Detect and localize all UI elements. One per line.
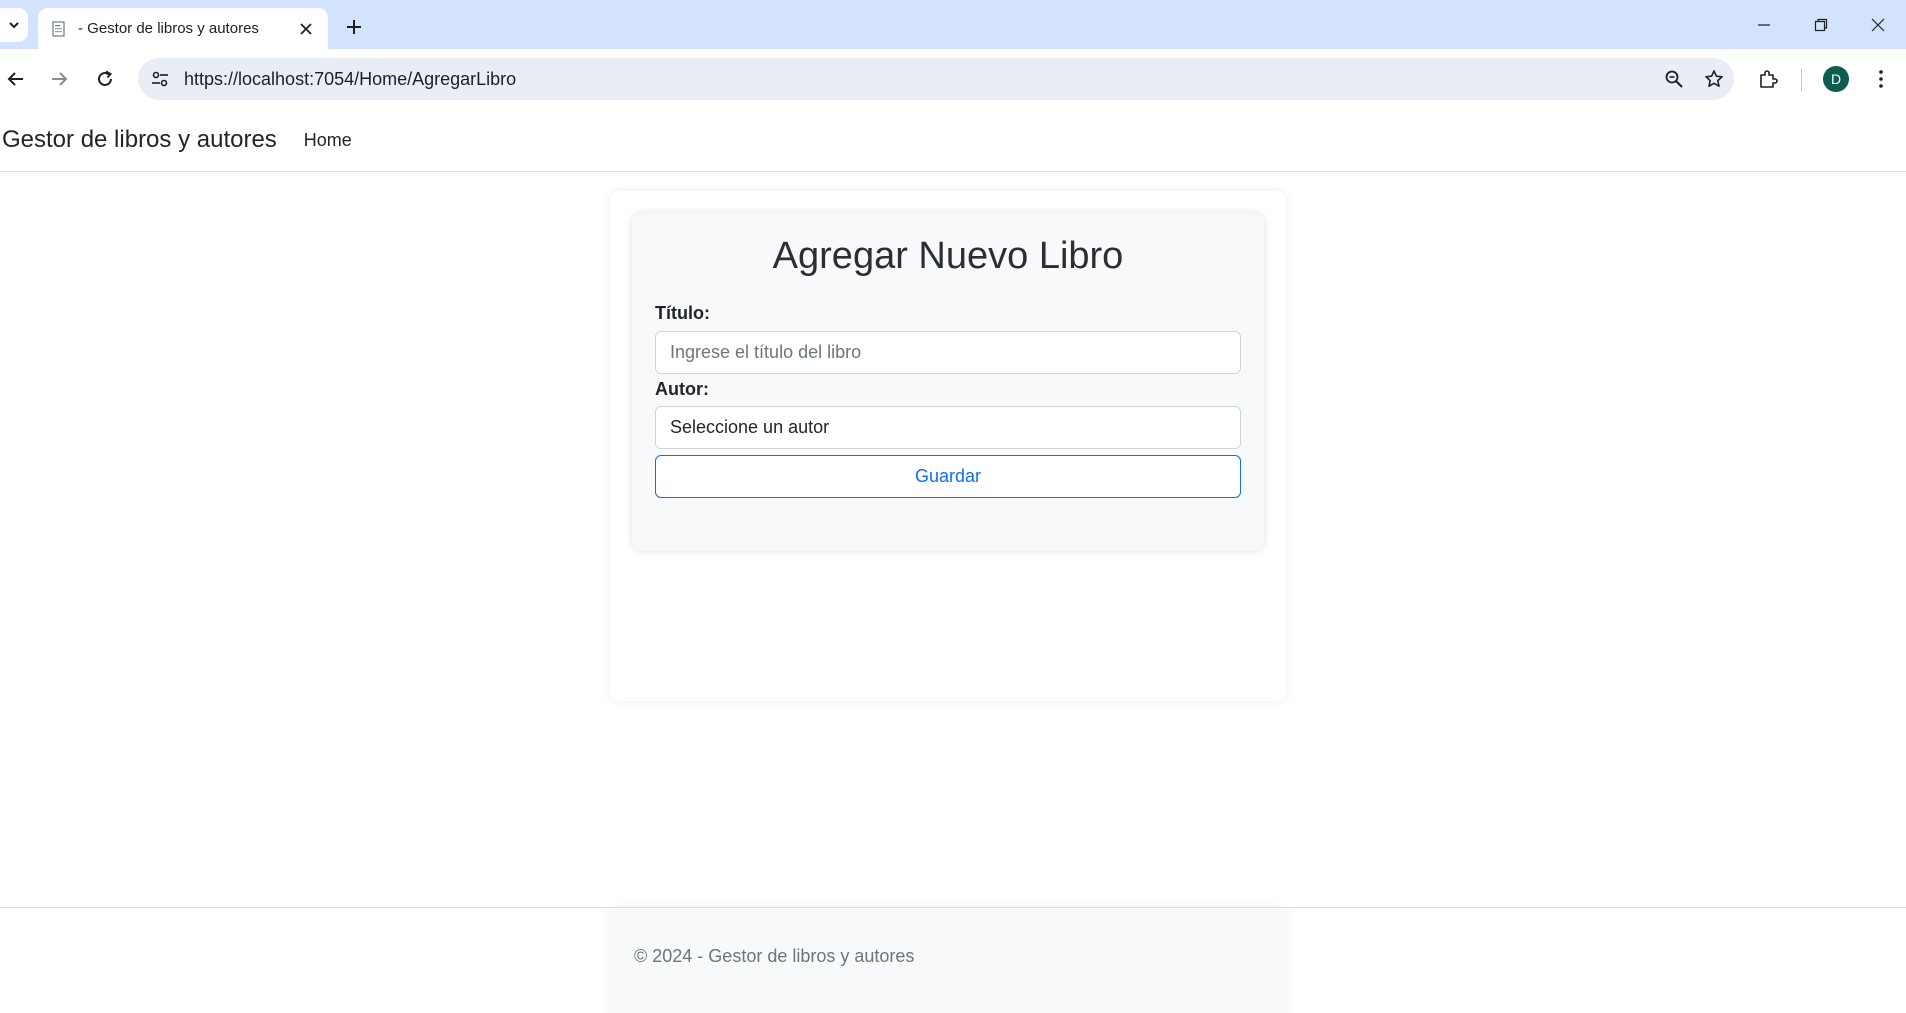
main-container: Agregar Nuevo Libro Título: Autor: Selec…: [610, 191, 1286, 701]
back-button[interactable]: [0, 63, 32, 95]
new-tab-button[interactable]: [340, 13, 368, 41]
autor-select[interactable]: Seleccione un autor: [655, 406, 1241, 449]
profile-avatar[interactable]: D: [1823, 66, 1849, 92]
url-text[interactable]: https://localhost:7054/Home/AgregarLibro: [184, 69, 1654, 90]
tab-title: - Gestor de libros y autores: [78, 20, 259, 37]
nav-link-home[interactable]: Home: [304, 130, 352, 151]
chevron-down-icon: [9, 22, 19, 29]
restore-button[interactable]: [1793, 0, 1849, 49]
add-book-form: Agregar Nuevo Libro Título: Autor: Selec…: [632, 213, 1264, 551]
site-navbar: Gestor de libros y autores Home: [0, 109, 1906, 172]
tab-close-button[interactable]: [296, 19, 316, 39]
reload-icon: [98, 70, 113, 86]
browser-menu-button[interactable]: [1865, 63, 1897, 95]
page-icon: [52, 20, 65, 37]
reload-button[interactable]: [89, 63, 121, 95]
browser-toolbar: https://localhost:7054/Home/AgregarLibro…: [0, 49, 1906, 109]
close-window-button[interactable]: [1850, 0, 1906, 49]
minimize-icon: [1758, 23, 1770, 26]
puzzle-icon: [1760, 70, 1778, 88]
web-page: Gestor de libros y autores Home Agregar …: [0, 109, 1906, 1013]
extensions-button[interactable]: [1752, 63, 1784, 95]
autor-label: Autor:: [655, 379, 709, 399]
zoom-out-icon: [1665, 70, 1683, 88]
close-icon: [300, 22, 312, 35]
browser-tabstrip: - Gestor de libros y autores: [0, 0, 1906, 49]
site-brand[interactable]: Gestor de libros y autores: [2, 126, 277, 154]
tab-search-button[interactable]: [0, 8, 28, 42]
site-footer: © 2024 - Gestor de libros y autores: [610, 908, 1286, 1013]
tune-icon: [152, 71, 168, 87]
star-icon: [1705, 70, 1723, 87]
restore-icon: [1814, 18, 1828, 31]
site-info-button[interactable]: [140, 58, 180, 100]
footer-copyright: © 2024 - Gestor de libros y autores: [634, 946, 915, 966]
kebab-icon: [1879, 70, 1883, 88]
toolbar-separator: [1801, 69, 1802, 91]
save-button[interactable]: Guardar: [655, 455, 1241, 498]
titulo-input[interactable]: [655, 331, 1241, 374]
arrow-left-icon: [7, 72, 23, 86]
bookmark-button[interactable]: [1694, 58, 1734, 100]
plus-icon: [347, 20, 361, 34]
autor-select-value: Seleccione un autor: [670, 417, 830, 437]
titulo-label: Título:: [655, 303, 710, 323]
minimize-button[interactable]: [1736, 0, 1792, 49]
page-title: Agregar Nuevo Libro: [772, 235, 1124, 277]
close-icon: [1871, 18, 1885, 31]
zoom-button[interactable]: [1654, 58, 1694, 100]
arrow-right-icon: [52, 72, 68, 86]
address-bar[interactable]: https://localhost:7054/Home/AgregarLibro: [138, 58, 1734, 100]
browser-tab-active[interactable]: - Gestor de libros y autores: [38, 8, 328, 49]
forward-button[interactable]: [43, 63, 75, 95]
